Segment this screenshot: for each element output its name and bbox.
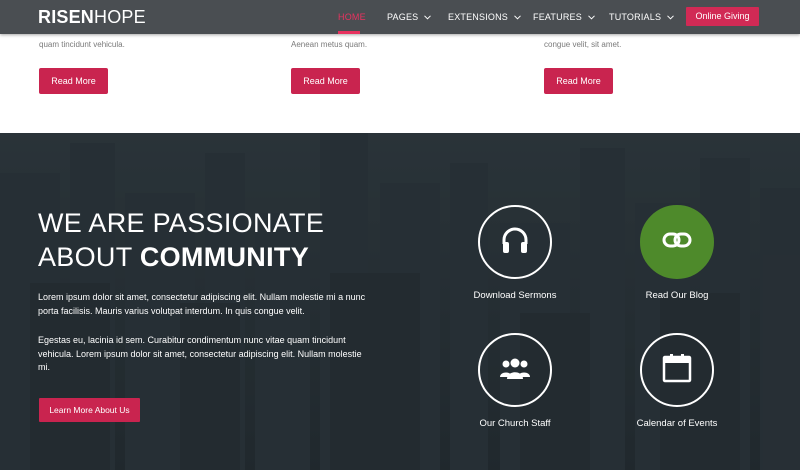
link-icon xyxy=(662,231,692,254)
nav-item-pages[interactable]: PAGES xyxy=(387,12,432,22)
nav-item-home[interactable]: HOME xyxy=(338,12,366,22)
nav-item-label: FEATURES xyxy=(533,12,582,22)
headphones-icon xyxy=(499,224,531,261)
intro-paragraph: Egestas eu, lacinia id sem. Curabitur co… xyxy=(38,335,362,372)
chevron-down-icon xyxy=(667,12,675,22)
section-headline: WE ARE PASSIONATE ABOUT COMMUNITY xyxy=(38,208,325,272)
chevron-down-icon xyxy=(514,12,521,22)
card-text: congue velit, sit amet. xyxy=(544,40,622,49)
nav-item-label: EXTENSIONS xyxy=(448,12,509,22)
calendar-icon xyxy=(662,353,692,388)
feature-circle xyxy=(478,205,552,279)
read-more-button[interactable]: Read More xyxy=(39,68,108,94)
feature-label: Calendar of Events xyxy=(636,418,718,429)
feature-label: Download Sermons xyxy=(473,290,557,301)
users-icon xyxy=(498,356,532,385)
active-nav-indicator xyxy=(338,31,360,34)
feature-read-our-blog[interactable]: Read Our Blog xyxy=(602,205,752,301)
online-giving-button[interactable]: Online Giving xyxy=(686,7,759,26)
chevron-down-icon xyxy=(424,12,432,22)
learn-more-button[interactable]: Learn More About Us xyxy=(39,398,140,422)
card-text: Aenean metus quam. xyxy=(291,40,368,49)
nav-item-extensions[interactable]: EXTENSIONS xyxy=(448,12,521,22)
cards-section: quam tincidunt vehicula. Read More Aenea… xyxy=(0,34,800,133)
feature-circle xyxy=(640,205,714,279)
feature-label: Our Church Staff xyxy=(479,418,551,429)
site-logo[interactable]: RISENHOPE xyxy=(38,7,146,28)
intro-paragraph: Lorem ipsum dolor sit amet, consectetur … xyxy=(38,292,366,316)
nav-item-label: TUTORIALS xyxy=(609,12,662,22)
card-text: quam tincidunt vehicula. xyxy=(39,40,125,49)
top-navigation-bar: RISENHOPE HOME PAGES EXTENSIONS FEATURES… xyxy=(0,0,800,34)
feature-label: Read Our Blog xyxy=(645,290,709,301)
nav-item-label: PAGES xyxy=(387,12,419,22)
nav-item-tutorials[interactable]: TUTORIALS xyxy=(609,12,675,22)
nav-item-label: HOME xyxy=(338,12,366,22)
chevron-down-icon xyxy=(588,12,595,22)
nav-item-features[interactable]: FEATURES xyxy=(533,12,595,22)
read-more-button[interactable]: Read More xyxy=(291,68,360,94)
read-more-button[interactable]: Read More xyxy=(544,68,613,94)
feature-circle xyxy=(478,333,552,407)
feature-circle xyxy=(640,333,714,407)
feature-download-sermons[interactable]: Download Sermons xyxy=(440,205,590,301)
feature-our-church-staff[interactable]: Our Church Staff xyxy=(440,333,590,429)
feature-calendar-of-events[interactable]: Calendar of Events xyxy=(602,333,752,429)
